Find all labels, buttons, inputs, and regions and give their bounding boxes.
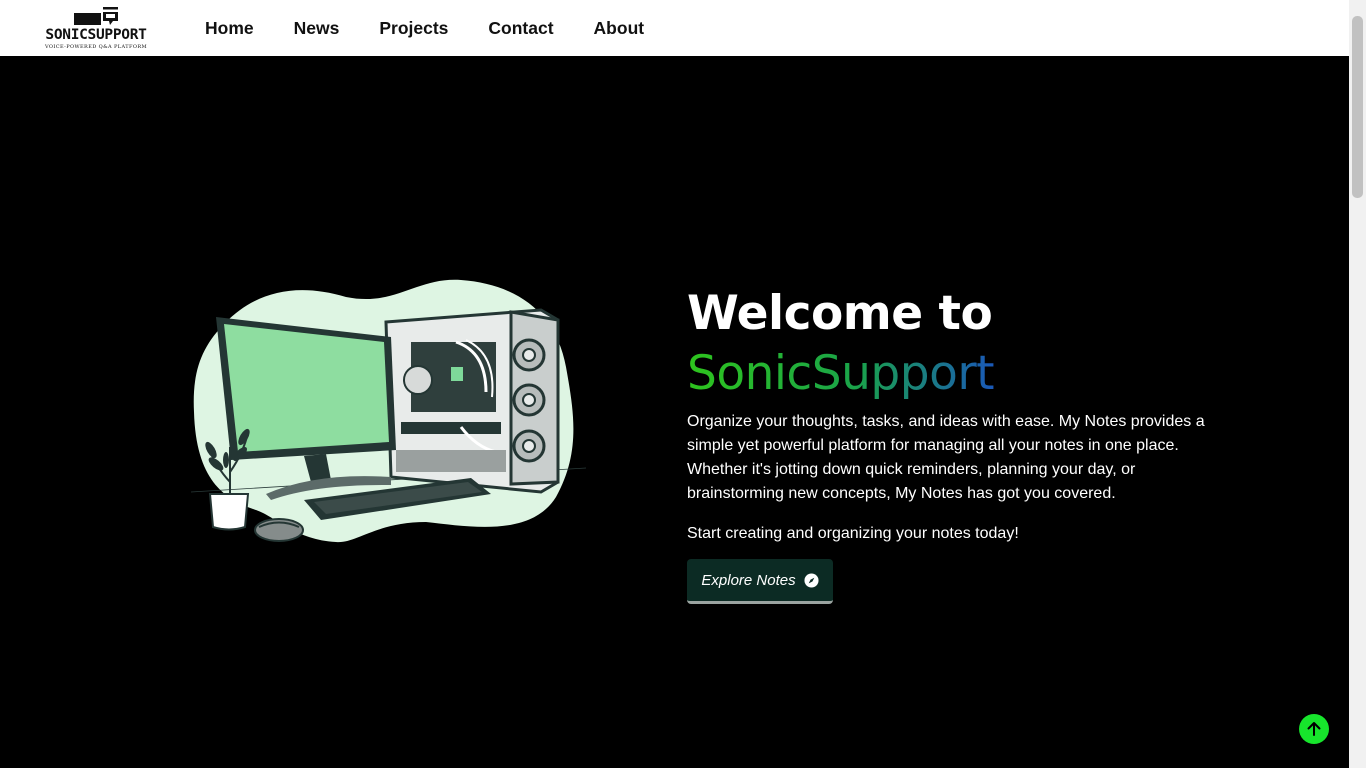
nav-about[interactable]: About bbox=[594, 18, 645, 39]
hero-brand-name: SonicSupport bbox=[687, 344, 995, 404]
compass-icon bbox=[804, 572, 819, 588]
vertical-scrollbar[interactable] bbox=[1349, 0, 1366, 768]
navbar: SONICSUPPORT VOICE-POWERED Q&A PLATFORM … bbox=[0, 0, 1349, 56]
hero-title-line1: Welcome to bbox=[687, 286, 993, 341]
scroll-to-top-button[interactable] bbox=[1299, 714, 1329, 744]
logo-wordmark: SONICSUPPORT bbox=[45, 27, 147, 43]
speech-bubble-logo-icon bbox=[74, 7, 118, 25]
nav-contact[interactable]: Contact bbox=[488, 18, 553, 39]
site-logo[interactable]: SONICSUPPORT VOICE-POWERED Q&A PLATFORM bbox=[40, 6, 152, 52]
nav-projects[interactable]: Projects bbox=[379, 18, 448, 39]
hero-cta-text: Start creating and organizing your notes… bbox=[687, 525, 1019, 542]
explore-notes-button[interactable]: Explore Notes bbox=[687, 559, 833, 604]
desktop-computer-illustration bbox=[190, 279, 587, 543]
hero-content: Welcome to SonicSupport Organize your th… bbox=[687, 284, 1217, 546]
nav-home[interactable]: Home bbox=[205, 18, 254, 39]
arrow-up-icon bbox=[1307, 722, 1321, 736]
nav-links: Home News Projects Contact About bbox=[205, 0, 684, 56]
hero-title: Welcome to SonicSupport bbox=[687, 284, 1217, 404]
scrollbar-thumb[interactable] bbox=[1352, 16, 1363, 198]
hero-description: Organize your thoughts, tasks, and ideas… bbox=[687, 413, 1205, 502]
explore-notes-label: Explore Notes bbox=[701, 571, 796, 589]
logo-tagline: VOICE-POWERED Q&A PLATFORM bbox=[44, 44, 148, 50]
nav-news[interactable]: News bbox=[294, 18, 340, 39]
